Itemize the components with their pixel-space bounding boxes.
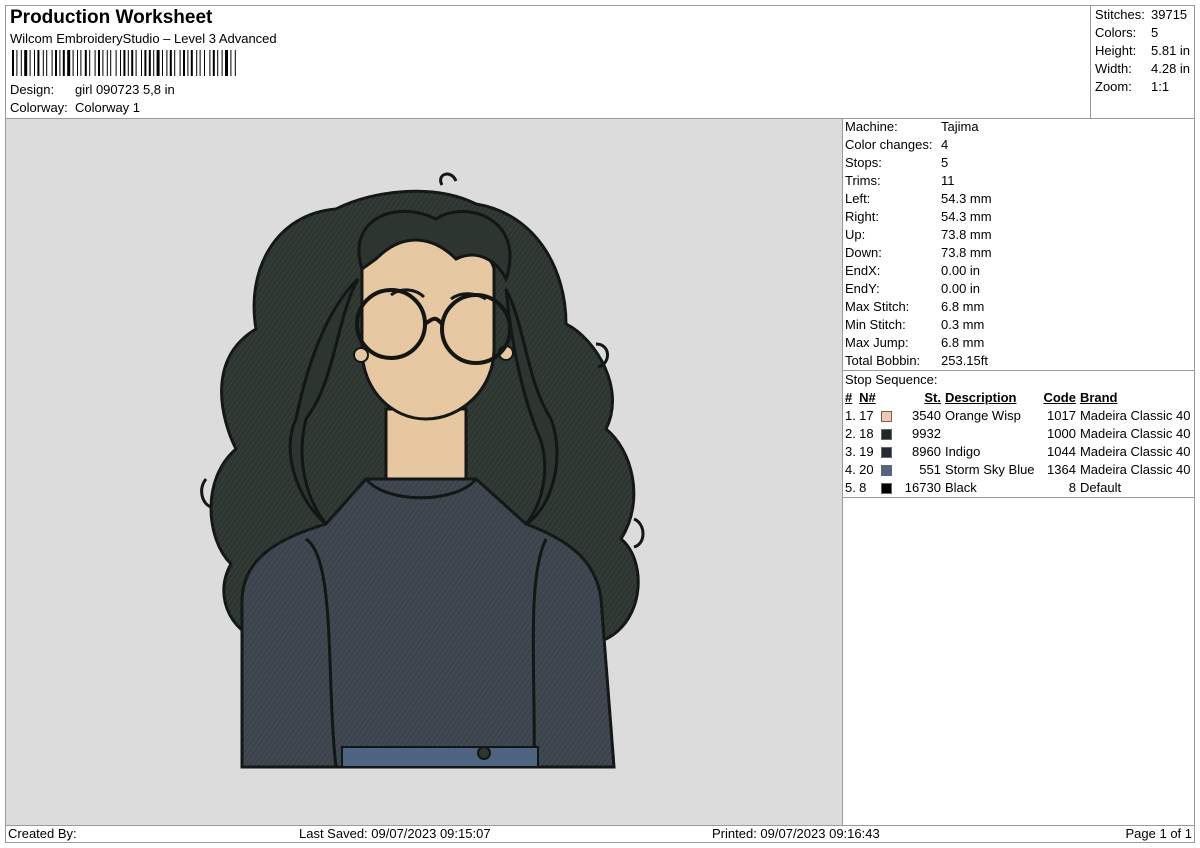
detail-right: Right: 54.3 mm [845,209,992,224]
created-by: Created By: [8,826,77,841]
col-stitches: St. [924,390,941,405]
stop-brand: Madeira Classic 40 [1079,444,1191,459]
color-swatch [880,429,892,441]
barcode-image [12,50,236,76]
stop-code: 1017 [1047,408,1076,423]
stop-needle: 19 [859,444,874,459]
footer: Created By: Last Saved: 09/07/2023 09:15… [6,826,1194,842]
stop-brand: Madeira Classic 40 [1079,462,1191,477]
stop-stitches: 551 [919,462,941,477]
detail-stops: Stops: 5 [845,155,949,170]
detail-trims: Trims: 11 [845,173,955,188]
detail-total-bobbin: Total Bobbin: 253.15ft [845,353,988,368]
stop-index: 4. [845,462,856,477]
stop-description: Orange Wisp [944,408,1021,423]
stop-description: Indigo [944,444,981,459]
stop-stitches: 8960 [912,444,941,459]
stop-needle: 18 [859,426,874,441]
detail-down: Down: 73.8 mm [845,245,992,260]
software-name: Wilcom EmbroideryStudio – Level 3 Advanc… [10,31,277,46]
detail-left: Left: 54.3 mm [845,191,992,206]
col-index: # [845,390,853,405]
page-title: Production Worksheet [10,7,213,28]
design-label: Design: [10,82,55,97]
stop-row: 1. 17 3540 Orange Wisp 1017 Madeira Classic 4… [843,407,1194,425]
embroidery-illustration [200,172,645,769]
col-description: Description [944,390,1017,405]
detail-max-jump: Max Jump: 6.8 mm [845,335,985,350]
summary-height: Height: 5.81 in [1095,43,1191,58]
stop-description [945,425,1040,443]
stop-stitches: 16730 [904,480,941,495]
stop-needle: 17 [859,408,874,423]
stop-row: 5. 8 16730 Black 8 Default [843,479,1194,497]
col-code: Code [1043,390,1076,405]
stop-swatch [878,407,895,425]
stop-stitches: 3540 [912,408,941,423]
stop-index: 3. [845,444,856,459]
stop-code: 1000 [1047,426,1076,441]
summary-width: Width: 4.28 in [1095,61,1191,76]
design-row: Design: girl 090723 5,8 in [10,82,175,98]
stops-divider [843,497,1194,498]
detail-min-stitch: Min Stitch: 0.3 mm [845,317,985,332]
stop-row: 2. 18 9932 1000 Madeira Classic 40 [843,425,1194,443]
summary-zoom: Zoom: 1:1 [1095,79,1170,94]
details-divider [843,370,1194,371]
color-swatch [880,411,892,423]
col-needle: N# [859,390,876,405]
color-swatch [880,447,892,459]
stop-index: 1. [845,408,856,423]
stop-needle: 20 [859,462,874,477]
colorway-label: Colorway: [10,100,68,115]
summary-colors: Colors: 5 [1095,25,1159,40]
colorway-value: Colorway 1 [75,100,141,115]
page-number: Page 1 of 1 [1125,826,1193,841]
stop-row: 4. 20 551 Storm Sky Blue 1364 Madeira Classic… [843,461,1194,479]
stop-table-header: # N# St. Description Code Brand [843,389,1194,407]
stop-stitches: 9932 [912,426,941,441]
color-swatch [880,483,892,495]
stop-swatch [878,479,895,497]
stop-index: 5. [845,480,856,495]
stop-index: 2. [845,426,856,441]
detail-up: Up: 73.8 mm [845,227,992,242]
col-swatch [878,389,895,407]
stop-sequence-heading: Stop Sequence: [845,372,938,387]
stop-swatch [878,425,895,443]
summary-panel: Stitches: 39715 Colors: 5 Height: 5.81 in W… [1090,6,1194,118]
stop-brand: Default [1079,480,1122,495]
stop-swatch [878,443,895,461]
detail-endy: EndY: 0.00 in [845,281,981,296]
color-swatch [880,465,892,477]
stop-brand: Madeira Classic 40 [1079,426,1191,441]
last-saved: Last Saved: 09/07/2023 09:15:07 [299,826,491,841]
summary-stitches: Stitches: 39715 [1095,7,1188,22]
stop-code: 1044 [1047,444,1076,459]
stop-swatch [878,461,895,479]
detail-endx: EndX: 0.00 in [845,263,981,278]
stop-description: Black [944,480,977,495]
design-value: girl 090723 5,8 in [75,82,175,97]
stop-needle: 8 [859,480,867,495]
col-brand: Brand [1079,390,1118,405]
detail-color-changes: Color changes: 4 [845,137,949,152]
header: Production Worksheet Wilcom EmbroiderySt… [6,6,1090,118]
stop-sequence-table: # N# St. Description Code Brand 1. 17 3540… [843,389,1194,497]
stop-row: 3. 19 8960 Indigo 1044 Madeira Classic 40 [843,443,1194,461]
stop-code: 1364 [1047,462,1076,477]
stop-description: Storm Sky Blue [944,462,1035,477]
detail-max-stitch: Max Stitch: 6.8 mm [845,299,985,314]
stop-code: 8 [1068,480,1076,495]
stop-brand: Madeira Classic 40 [1079,408,1191,423]
design-preview [6,119,842,825]
printed-date: Printed: 09/07/2023 09:16:43 [712,826,880,841]
detail-machine: Machine: Tajima [845,119,979,134]
colorway-row: Colorway: Colorway 1 [10,100,140,116]
